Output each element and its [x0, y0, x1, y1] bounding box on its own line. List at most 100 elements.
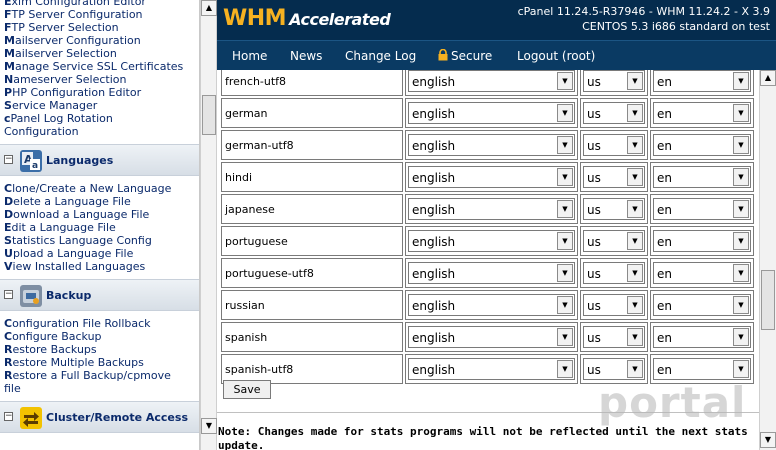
language-select[interactable]: english ▼: [408, 198, 575, 220]
chevron-down-icon[interactable]: ▼: [627, 200, 643, 218]
chevron-down-icon[interactable]: ▼: [627, 136, 643, 154]
chevron-down-icon[interactable]: ▼: [627, 232, 643, 250]
collapse-icon[interactable]: −: [4, 412, 13, 421]
code-select[interactable]: en ▼: [653, 262, 751, 284]
sidebar-link[interactable]: Restore Multiple Backups: [0, 356, 199, 369]
chevron-down-icon[interactable]: ▼: [627, 104, 643, 122]
country-select[interactable]: us ▼: [583, 198, 645, 220]
language-select[interactable]: english ▼: [408, 102, 575, 124]
code-select[interactable]: en ▼: [653, 102, 751, 124]
country-select[interactable]: us ▼: [583, 134, 645, 156]
chevron-down-icon[interactable]: ▼: [733, 104, 749, 122]
country-select[interactable]: us ▼: [583, 262, 645, 284]
scroll-up-arrow-icon[interactable]: ▲: [760, 70, 776, 86]
language-select[interactable]: english ▼: [408, 294, 575, 316]
country-select[interactable]: us ▼: [583, 230, 645, 252]
sidebar-link[interactable]: cPanel Log Rotation: [0, 112, 199, 125]
code-select[interactable]: en ▼: [653, 294, 751, 316]
nav-secure[interactable]: Secure: [438, 48, 492, 63]
chevron-down-icon[interactable]: ▼: [627, 296, 643, 314]
sidebar-link[interactable]: Exim Configuration Editor: [0, 0, 199, 8]
chevron-down-icon[interactable]: ▼: [733, 200, 749, 218]
section-header-languages[interactable]: − A a Languages: [0, 144, 199, 176]
code-select[interactable]: en ▼: [653, 166, 751, 188]
language-select[interactable]: english ▼: [408, 230, 575, 252]
country-select[interactable]: us ▼: [583, 358, 645, 380]
code-select[interactable]: en ▼: [653, 230, 751, 252]
sidebar-link[interactable]: Statistics Language Config: [0, 234, 199, 247]
chevron-down-icon[interactable]: ▼: [733, 328, 749, 346]
sidebar-link[interactable]: Manage Service SSL Certificates: [0, 60, 199, 73]
code-select[interactable]: en ▼: [653, 198, 751, 220]
chevron-down-icon[interactable]: ▼: [733, 168, 749, 186]
chevron-down-icon[interactable]: ▼: [557, 136, 573, 154]
sidebar-link[interactable]: Upload a Language File: [0, 247, 199, 260]
chevron-down-icon[interactable]: ▼: [733, 264, 749, 282]
chevron-down-icon[interactable]: ▼: [733, 296, 749, 314]
language-select[interactable]: english ▼: [408, 326, 575, 348]
sidebar-link[interactable]: Configure Backup: [0, 330, 199, 343]
sidebar-link[interactable]: FTP Server Selection: [0, 21, 199, 34]
language-select[interactable]: english ▼: [408, 358, 575, 380]
chevron-down-icon[interactable]: ▼: [733, 72, 749, 90]
language-select[interactable]: english ▼: [408, 166, 575, 188]
sidebar-link[interactable]: Mailserver Selection: [0, 47, 199, 60]
sidebar-link[interactable]: Download a Language File: [0, 208, 199, 221]
code-select[interactable]: en ▼: [653, 326, 751, 348]
language-select[interactable]: english ▼: [408, 262, 575, 284]
sidebar-link[interactable]: Restore Backups: [0, 343, 199, 356]
main-scroll-thumb[interactable]: [761, 270, 775, 330]
scroll-down-arrow-icon[interactable]: ▼: [760, 432, 776, 448]
chevron-down-icon[interactable]: ▼: [557, 200, 573, 218]
chevron-down-icon[interactable]: ▼: [557, 360, 573, 378]
sidebar-link[interactable]: file: [0, 382, 199, 395]
sidebar-link[interactable]: Nameserver Selection: [0, 73, 199, 86]
country-select[interactable]: us ▼: [583, 70, 645, 92]
scroll-up-arrow-icon[interactable]: ▲: [201, 0, 217, 16]
country-select[interactable]: us ▼: [583, 166, 645, 188]
sidebar-link[interactable]: Restore a Full Backup/cpmove: [0, 369, 199, 382]
sidebar-link[interactable]: Mailserver Configuration: [0, 34, 199, 47]
main-scrollbar[interactable]: ▲ ▼: [759, 70, 776, 450]
sidebar-link[interactable]: FTP Server Configuration: [0, 8, 199, 21]
sidebar-link[interactable]: PHP Configuration Editor: [0, 86, 199, 99]
collapse-icon[interactable]: −: [4, 155, 13, 164]
chevron-down-icon[interactable]: ▼: [557, 328, 573, 346]
sidebar-link[interactable]: Configuration File Rollback: [0, 317, 199, 330]
chevron-down-icon[interactable]: ▼: [627, 72, 643, 90]
chevron-down-icon[interactable]: ▼: [557, 72, 573, 90]
chevron-down-icon[interactable]: ▼: [627, 168, 643, 186]
sidebar-scrollbar[interactable]: ▲ ▼: [200, 0, 217, 450]
sidebar-link[interactable]: Clone/Create a New Language: [0, 182, 199, 195]
language-select[interactable]: english ▼: [408, 70, 575, 92]
country-select[interactable]: us ▼: [583, 294, 645, 316]
sidebar-link[interactable]: Configuration: [0, 125, 199, 138]
chevron-down-icon[interactable]: ▼: [627, 328, 643, 346]
nav-news[interactable]: News: [290, 49, 322, 63]
code-select[interactable]: en ▼: [653, 358, 751, 380]
sidebar-link[interactable]: Edit a Language File: [0, 221, 199, 234]
nav-home[interactable]: Home: [232, 49, 267, 63]
chevron-down-icon[interactable]: ▼: [557, 104, 573, 122]
chevron-down-icon[interactable]: ▼: [733, 360, 749, 378]
scroll-down-arrow-icon[interactable]: ▼: [201, 418, 217, 434]
section-header-backup[interactable]: − Backup: [0, 279, 199, 311]
sidebar-scroll-thumb[interactable]: [202, 95, 216, 135]
chevron-down-icon[interactable]: ▼: [627, 264, 643, 282]
chevron-down-icon[interactable]: ▼: [733, 232, 749, 250]
chevron-down-icon[interactable]: ▼: [557, 264, 573, 282]
sidebar-link[interactable]: Service Manager: [0, 99, 199, 112]
chevron-down-icon[interactable]: ▼: [557, 232, 573, 250]
country-select[interactable]: us ▼: [583, 326, 645, 348]
sidebar-link[interactable]: View Installed Languages: [0, 260, 199, 273]
save-button[interactable]: Save: [223, 380, 271, 399]
code-select[interactable]: en ▼: [653, 70, 751, 92]
chevron-down-icon[interactable]: ▼: [733, 136, 749, 154]
chevron-down-icon[interactable]: ▼: [627, 360, 643, 378]
country-select[interactable]: us ▼: [583, 102, 645, 124]
code-select[interactable]: en ▼: [653, 134, 751, 156]
section-header-cluster[interactable]: − Cluster/Remote Access: [0, 401, 199, 433]
collapse-icon[interactable]: −: [4, 290, 13, 299]
nav-logout[interactable]: Logout (root): [517, 49, 595, 63]
chevron-down-icon[interactable]: ▼: [557, 296, 573, 314]
